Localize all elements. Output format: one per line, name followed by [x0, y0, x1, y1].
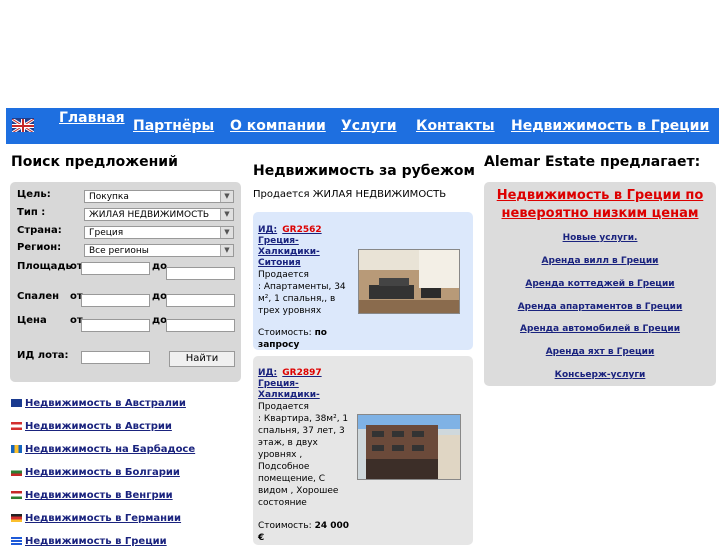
middle-title: Недвижимость за рубежом [253, 163, 475, 179]
offer-link[interactable]: Аренда апартаментов в Греции [484, 302, 716, 312]
country-link-hungary[interactable]: Недвижимость в Венгрии [11, 490, 173, 501]
offer-link[interactable]: Новые услуги. [484, 233, 716, 243]
bedrooms-from-input[interactable] [81, 294, 150, 307]
listing-photo[interactable] [358, 249, 460, 314]
goal-value: Покупка [89, 192, 129, 202]
nav-about[interactable]: О компании [230, 118, 326, 135]
country-label: Страна: [17, 225, 62, 236]
price-to-label: до [152, 315, 167, 326]
region-value: Все регионы [89, 246, 149, 256]
lot-id-label: ИД лота: [17, 350, 69, 361]
offer-link[interactable]: Аренда яхт в Греции [484, 347, 716, 357]
greece-offer-headline[interactable]: Недвижимость в Греции по невероятно низк… [484, 187, 716, 223]
country-link-greece[interactable]: Недвижимость в Греции [11, 536, 167, 547]
goal-label: Цель: [17, 189, 51, 200]
offer-link[interactable]: Консьерж-услуги [484, 370, 716, 380]
type-value: ЖИЛАЯ НЕДВИЖИМОСТЬ [89, 210, 210, 220]
main-navigation: Главная Партнёры О компании Услуги Конта… [6, 108, 719, 144]
country-link-germany[interactable]: Недвижимость в Германии [11, 513, 181, 524]
country-select[interactable]: Греция ▼ [84, 226, 234, 239]
country-value: Греция [89, 228, 124, 238]
listing-title-link[interactable]: Греция-Халкидики-Ситония [258, 236, 356, 269]
nav-contacts[interactable]: Контакты [416, 118, 495, 135]
listing-id-label: ИД: [258, 225, 278, 235]
listing-title-link[interactable]: Греция-Халкидики- [258, 379, 356, 401]
listing-id-link[interactable]: GR2562 [282, 225, 321, 235]
chevron-down-icon: ▼ [220, 191, 233, 202]
area-to-input[interactable] [166, 267, 235, 280]
goal-select[interactable]: Покупка ▼ [84, 190, 234, 203]
offer-link[interactable]: Аренда автомобилей в Греции [484, 324, 716, 334]
middle-subtitle: Продается ЖИЛАЯ НЕДВИЖИМОСТЬ [253, 189, 446, 200]
country-link-barbados[interactable]: Недвижимость на Барбадосе [11, 444, 195, 455]
area-from-input[interactable] [81, 262, 150, 275]
region-label: Регион: [17, 242, 62, 253]
lot-id-input[interactable] [81, 351, 150, 364]
bedrooms-label: Спален [17, 291, 60, 302]
barbados-flag-icon [11, 445, 22, 453]
type-label: Тип : [17, 207, 46, 218]
region-select[interactable]: Все регионы ▼ [84, 244, 234, 257]
country-link-label[interactable]: Недвижимость в Венгрии [25, 490, 173, 501]
country-link-austria[interactable]: Недвижимость в Австрии [11, 421, 172, 432]
listing-desc: : Апартаменты, 34 м², 1 спальня,, в трех… [258, 282, 346, 316]
austria-flag-icon [11, 422, 22, 430]
listing-card[interactable]: ИД: GR2897 Греция-Халкидики- Продается :… [253, 356, 473, 545]
listing-price: Стоимость: по запросу [258, 327, 356, 351]
listing-price: Стоимость: 24 000 € [258, 520, 356, 544]
subtitle-prefix: Продается [253, 189, 313, 200]
hungary-flag-icon [11, 491, 22, 499]
offer-link[interactable]: Аренда вилл в Греции [484, 256, 716, 266]
country-link-label[interactable]: Недвижимость в Греции [25, 536, 167, 547]
nav-home[interactable]: Главная [59, 110, 125, 127]
listing-id-code: GR2897 [282, 368, 322, 378]
listing-desc-line1: Продается [258, 270, 309, 280]
nav-partners[interactable]: Партнёры [133, 118, 214, 135]
country-link-bulgaria[interactable]: Недвижимость в Болгарии [11, 467, 180, 478]
search-title: Поиск предложений [11, 154, 178, 170]
country-link-australia[interactable]: Недвижимость в Австралии [11, 398, 186, 409]
bedrooms-to-label: до [152, 291, 167, 302]
offers-title: Alemar Estate предлагает: [484, 154, 701, 170]
country-link-label[interactable]: Недвижимость в Австралии [25, 398, 186, 409]
offer-link[interactable]: Аренда коттеджей в Греции [484, 279, 716, 289]
country-link-label[interactable]: Недвижимость в Австрии [25, 421, 172, 432]
search-form: Цель: Покупка ▼ Тип : ЖИЛАЯ НЕДВИЖИМОСТЬ ▼… [10, 182, 241, 382]
listing-desc: : Квартира, 38м², 1 спальня, 37 лет, 3 э… [258, 414, 349, 508]
area-to-label: до [152, 261, 167, 272]
greece-flag-icon [11, 537, 22, 545]
chevron-down-icon: ▼ [220, 245, 233, 256]
price-from-input[interactable] [81, 319, 150, 332]
listing-desc-line1: Продается [258, 402, 309, 412]
listing-photo[interactable] [357, 414, 461, 480]
offers-box: Недвижимость в Греции по невероятно низк… [484, 182, 716, 386]
bedrooms-to-input[interactable] [166, 294, 235, 307]
uk-flag-icon[interactable] [12, 118, 34, 132]
type-select[interactable]: ЖИЛАЯ НЕДВИЖИМОСТЬ ▼ [84, 208, 234, 221]
australia-flag-icon [11, 399, 22, 407]
subtitle-main: ЖИЛАЯ НЕДВИЖИМОСТЬ [312, 189, 447, 200]
price-label: Цена [17, 315, 47, 326]
germany-flag-icon [11, 514, 22, 522]
listing-id-label: ИД: [258, 368, 278, 378]
listing-id-link[interactable]: GR2897 [282, 368, 321, 378]
price-to-input[interactable] [166, 319, 235, 332]
listing-card[interactable]: ИД: GR2562 Греция-Халкидики-Ситония Прод… [253, 212, 473, 350]
search-button[interactable]: Найти [169, 351, 235, 367]
nav-services[interactable]: Услуги [341, 118, 397, 135]
country-link-label[interactable]: Недвижимость в Германии [25, 513, 181, 524]
nav-greece-realty[interactable]: Недвижимость в Греции [511, 118, 709, 135]
chevron-down-icon: ▼ [220, 209, 233, 220]
bulgaria-flag-icon [11, 468, 22, 476]
price-label: Стоимость: [258, 521, 312, 531]
country-link-label[interactable]: Недвижимость на Барбадосе [25, 444, 195, 455]
area-label: Площадь [17, 261, 72, 272]
country-link-label[interactable]: Недвижимость в Болгарии [25, 467, 180, 478]
price-label: Стоимость: [258, 328, 312, 338]
listing-id-code: GR2562 [282, 225, 322, 235]
chevron-down-icon: ▼ [220, 227, 233, 238]
